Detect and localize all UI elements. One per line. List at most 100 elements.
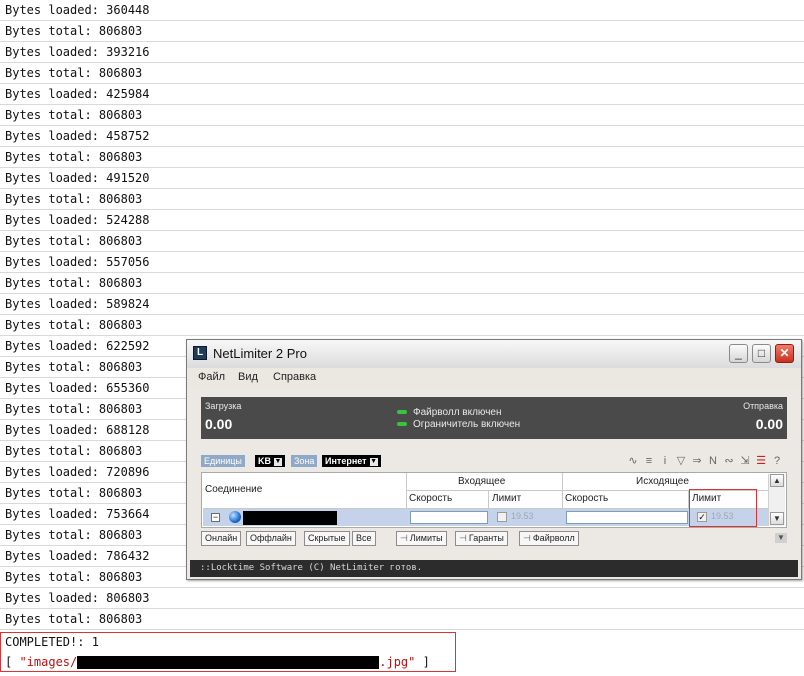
log-line: Bytes loaded: 806803 xyxy=(0,588,804,609)
group-incoming: Входящее xyxy=(458,476,506,487)
tab-limits[interactable]: ⊣ Лимиты xyxy=(396,531,447,546)
link-icon[interactable]: ∾ xyxy=(721,454,737,468)
tab-hidden[interactable]: Скрытые xyxy=(304,531,350,546)
log-line: Bytes total: 806803 xyxy=(0,189,804,210)
log-line: Bytes loaded: 458752 xyxy=(0,126,804,147)
zone-dropdown[interactable]: Интернет ▼ xyxy=(322,455,381,467)
zone-label: Зона xyxy=(291,455,318,467)
limiter-status-label: Ограничитель включен xyxy=(413,419,521,430)
result-path-prefix: "images/ xyxy=(19,655,78,669)
delete-list-icon[interactable]: ☰ xyxy=(753,454,769,468)
zone-value: Интернет xyxy=(325,456,367,466)
redacted-app-name xyxy=(243,511,337,525)
export-icon[interactable]: ⇲ xyxy=(737,454,753,468)
sort-icon[interactable]: ≡ xyxy=(641,454,657,468)
group-outgoing: Исходящее xyxy=(636,476,689,487)
log-line: Bytes loaded: 393216 xyxy=(0,42,804,63)
firewall-status: Файрволл включен xyxy=(397,407,502,418)
menu-help[interactable]: Справка xyxy=(273,371,316,383)
limit-in-value[interactable]: 19.53 xyxy=(511,511,534,521)
units-label: Единицы xyxy=(201,455,245,467)
log-line: Bytes loaded: 491520 xyxy=(0,168,804,189)
col-limit-in[interactable]: Лимит xyxy=(492,493,521,504)
upload-value: 0.00 xyxy=(755,416,783,432)
filter-icon[interactable]: ▽ xyxy=(673,454,689,468)
info-icon[interactable]: i xyxy=(657,454,673,468)
download-value: 0.00 xyxy=(205,416,233,432)
collapse-icon[interactable]: − xyxy=(211,513,220,522)
vertical-scrollbar[interactable]: ▲ ▼ xyxy=(768,474,785,526)
log-line: Bytes total: 806803 xyxy=(0,273,804,294)
status-bar: ::Locktime Software (C) NetLimiter готов… xyxy=(190,560,798,577)
log-line: Bytes loaded: 524288 xyxy=(0,210,804,231)
minimize-button[interactable]: _ xyxy=(729,344,748,363)
result-close-bracket: ] xyxy=(415,655,430,669)
col-connection[interactable]: Соединение xyxy=(205,484,262,495)
maximize-button[interactable]: □ xyxy=(752,344,771,363)
chevron-down-icon: ▼ xyxy=(274,457,282,466)
log-line: Bytes total: 806803 xyxy=(0,315,804,336)
menu-view[interactable]: Вид xyxy=(238,371,258,383)
node-icon[interactable]: N xyxy=(705,454,721,468)
scroll-up-icon[interactable]: ▲ xyxy=(770,474,784,487)
col-speed-in[interactable]: Скорость xyxy=(409,493,452,504)
col-speed-out[interactable]: Скорость xyxy=(565,493,608,504)
log-line: Bytes loaded: 425984 xyxy=(0,84,804,105)
window-title: NetLimiter 2 Pro xyxy=(213,346,307,361)
menu-file[interactable]: Файл xyxy=(198,371,225,383)
globe-icon xyxy=(229,511,241,523)
close-button[interactable]: ✕ xyxy=(775,344,794,363)
units-dropdown[interactable]: KB ▼ xyxy=(255,455,285,467)
units-value: KB xyxy=(258,456,271,466)
flag-icon: ⊣ xyxy=(400,533,408,543)
highlight-annotation xyxy=(689,489,757,527)
tab-guarantees[interactable]: ⊣ Гаранты xyxy=(455,531,508,546)
log-line: Bytes loaded: 557056 xyxy=(0,252,804,273)
title-bar[interactable]: L NetLimiter 2 Pro _ □ ✕ xyxy=(187,340,801,369)
log-line: Bytes loaded: 589824 xyxy=(0,294,804,315)
speed-in-field[interactable] xyxy=(410,511,488,524)
tab-offline[interactable]: Оффлайн xyxy=(246,531,296,546)
tab-firewall[interactable]: ⊣ Файрволл xyxy=(519,531,579,546)
result-open-bracket: [ xyxy=(5,655,20,669)
firewall-status-label: Файрволл включен xyxy=(413,407,502,418)
app-logo-icon: L xyxy=(193,346,207,360)
flag-icon: ⊣ xyxy=(523,533,531,543)
tab-guarantees-label: Гаранты xyxy=(468,533,504,543)
flag-icon: ⊣ xyxy=(459,533,467,543)
chevron-down-icon: ▼ xyxy=(369,457,378,466)
wave-icon[interactable]: ∿ xyxy=(625,454,641,468)
table-row[interactable]: − 19.53 ✓ 19.53 xyxy=(203,509,770,526)
tab-all[interactable]: Все xyxy=(352,531,376,546)
toolbar: ∿ ≡ i ▽ ⇒ N ∾ ⇲ ☰? xyxy=(625,454,785,468)
tab-online[interactable]: Онлайн xyxy=(201,531,242,546)
result-path-suffix: .jpg" xyxy=(379,655,416,669)
upload-label: Отправка xyxy=(743,401,783,411)
tab-firewall-label: Файрволл xyxy=(532,533,575,543)
netlimiter-window: L NetLimiter 2 Pro _ □ ✕ Файл Вид Справк… xyxy=(186,339,802,580)
scroll-down-icon[interactable]: ▼ xyxy=(770,512,784,525)
limiter-led-icon xyxy=(397,422,407,427)
tab-limits-label: Лимиты xyxy=(409,533,443,543)
completed-line: COMPLETED!: 1 xyxy=(5,635,99,649)
redacted-filename xyxy=(77,656,380,669)
log-line: Bytes loaded: 360448 xyxy=(0,0,804,21)
menu-bar: Файл Вид Справка xyxy=(187,368,801,388)
speed-out-field[interactable] xyxy=(566,511,688,524)
log-line: Bytes total: 806803 xyxy=(0,63,804,84)
download-label: Загрузка xyxy=(205,401,242,411)
help-icon[interactable]: ? xyxy=(769,454,785,468)
firewall-led-icon xyxy=(397,410,407,415)
log-line: Bytes total: 806803 xyxy=(0,21,804,42)
log-line: Bytes total: 806803 xyxy=(0,231,804,252)
arrows-icon[interactable]: ⇒ xyxy=(689,454,705,468)
log-line: Bytes total: 806803 xyxy=(0,105,804,126)
result-line: [ "images/ .jpg" ] xyxy=(5,655,430,669)
limiter-status: Ограничитель включен xyxy=(397,419,520,430)
result-box: COMPLETED!: 1 [ "images/ .jpg" ] xyxy=(0,632,456,672)
stats-panel: Загрузка 0.00 Файрволл включен Ограничит… xyxy=(201,397,787,439)
chevron-down-icon[interactable]: ▼ xyxy=(775,533,787,543)
limit-in-checkbox[interactable] xyxy=(497,512,507,522)
view-tabs-bar: Онлайн Оффлайн Скрытые Все ⊣ Лимиты ⊣ Гара… xyxy=(201,531,787,547)
log-line: Bytes total: 806803 xyxy=(0,609,804,630)
